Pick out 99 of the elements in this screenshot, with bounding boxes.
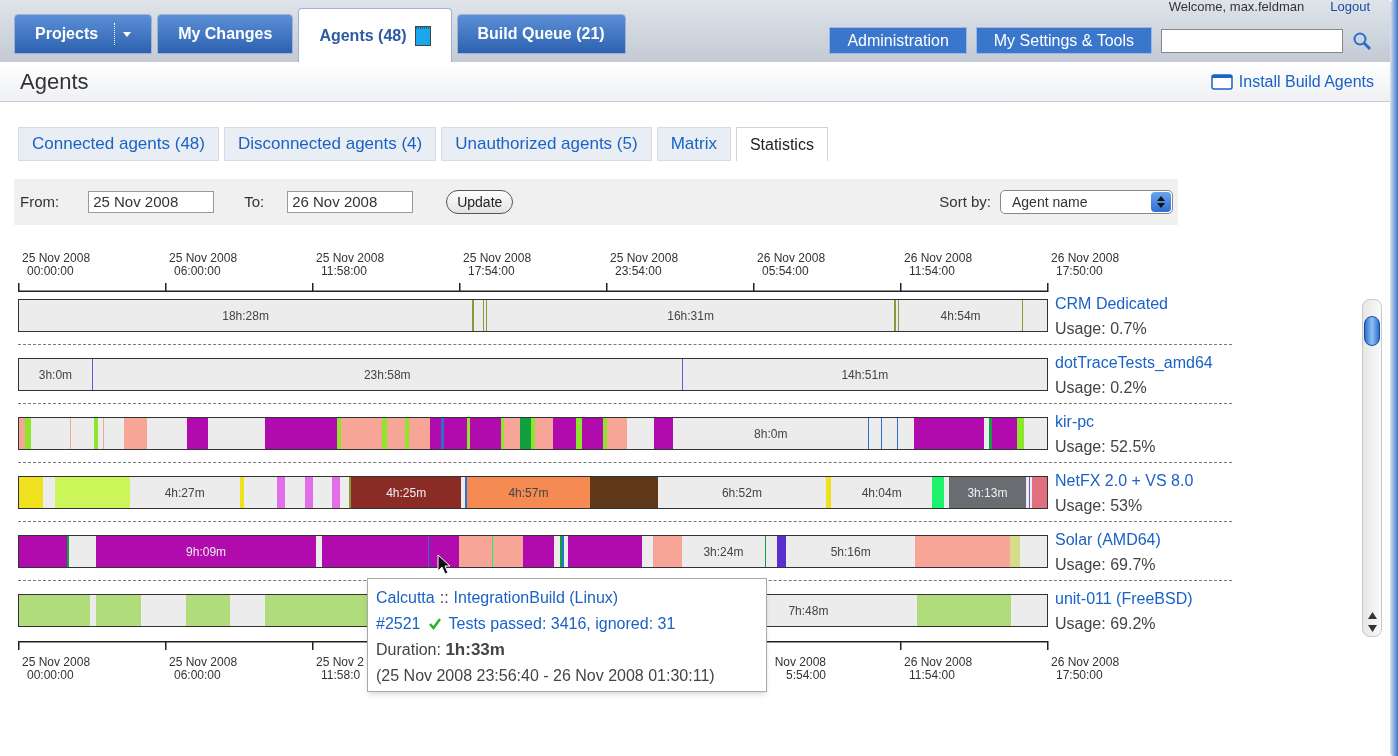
search-icon[interactable] (1352, 30, 1372, 51)
scroll-down-icon[interactable] (1367, 625, 1377, 632)
agent-name-link[interactable]: dotTraceTests_amd64 (1055, 353, 1255, 373)
nav-tab[interactable]: Build Queue (21) (456, 14, 626, 54)
scrollbar[interactable] (1362, 299, 1382, 637)
build-number-link[interactable]: #2521 (376, 613, 421, 635)
usage-text: Usage: 0.7% (1055, 319, 1148, 339)
axis-time-label: 11:54:00 (908, 265, 955, 278)
axis-date-label: 26 Nov 2008 (1051, 252, 1120, 265)
window-scrollbar[interactable] (1390, 0, 1398, 756)
usage-text: Usage: 69.7% (1055, 555, 1157, 575)
axis-date-label: 26 Nov 2008 (1051, 656, 1120, 669)
axis-time-label: 06:00:00 (173, 669, 221, 682)
axis-date-label: 25 Nov 2008 (610, 252, 679, 265)
test-results-link[interactable]: Tests passed: 3416, ignored: 31 (448, 613, 676, 635)
agent-name-link[interactable]: kir-pc (1055, 412, 1255, 432)
scroll-up-icon[interactable] (1367, 612, 1377, 619)
duration-label: 8h:0m (754, 425, 788, 443)
axis-date-label: 25 Nov 2008 (169, 656, 238, 669)
nav-tab[interactable]: Agents (48) (298, 8, 452, 62)
separator-text: :: (439, 588, 449, 608)
build-type-link[interactable]: IntegrationBuild (Linux) (453, 587, 619, 609)
from-date-field[interactable]: 25 Nov 2008 (88, 191, 215, 213)
project-link[interactable]: Calcutta (376, 587, 435, 609)
axis-date-label: 25 Nov 2008 (316, 252, 385, 265)
sort-select[interactable]: Agent name (1000, 190, 1173, 214)
axis-date-label: 25 Nov 2008 (463, 252, 532, 265)
usage-text: Usage: 0.2% (1055, 378, 1148, 398)
axis-time-label: 00:00:00 (26, 669, 74, 682)
header-button[interactable]: My Settings & Tools (975, 27, 1152, 54)
duration-label: 4h:04m (861, 484, 902, 502)
duration-label: 3h:24m (703, 543, 744, 561)
agent-tab[interactable]: Statistics (735, 127, 828, 161)
welcome-text: Welcome, max.feldman (1168, 0, 1305, 14)
duration-label: 23h:58m (363, 366, 411, 384)
nav-tab[interactable]: My Changes (157, 14, 294, 54)
check-icon (428, 618, 441, 630)
axis-time-label: 23:54:00 (614, 265, 662, 278)
to-date-field[interactable]: 26 Nov 2008 (287, 191, 414, 213)
agent-name-link[interactable]: NetFX 2.0 + VS 8.0 (1055, 471, 1255, 491)
agent-tab[interactable]: Unauthorized agents (5) (441, 127, 652, 161)
axis-date-label: 25 Nov 2008 (22, 252, 91, 265)
axis-date-label: 25 Nov 2008 (22, 656, 91, 669)
window-icon (1210, 73, 1233, 90)
from-label: From: (20, 191, 60, 212)
install-agents-link[interactable]: Install Build Agents (1210, 69, 1374, 94)
axis-time-label: 17:50:00 (1055, 669, 1103, 682)
nav-tab[interactable]: Projects (14, 14, 153, 54)
duration-label: 9h:09m (186, 543, 227, 561)
duration-label: 4h:27m (164, 484, 205, 502)
notepad-icon (414, 25, 431, 46)
header-button[interactable]: Administration (829, 27, 967, 54)
usage-text: Usage: 52.5% (1055, 437, 1157, 457)
duration-label: 18h:28m (222, 307, 269, 325)
to-label: To: (244, 191, 265, 212)
duration-label: 7h:48m (788, 602, 829, 620)
axis-time-label: 11:58:00 (320, 265, 367, 278)
updown-icon (1157, 196, 1165, 208)
axis-time-label: 5:54:00 (785, 669, 826, 682)
duration-label: 4h:57m (508, 484, 549, 502)
axis-date-label: 25 Nov 2 (316, 656, 365, 669)
search-field[interactable] (1161, 28, 1343, 53)
usage-text: Usage: 69.2% (1055, 614, 1157, 634)
agent-tab[interactable]: Matrix (656, 127, 731, 161)
duration-label: 14h:51m (841, 366, 889, 384)
axis-date-label: Nov 2008 (774, 656, 826, 669)
caret-icon (123, 31, 132, 37)
sort-label: Sort by: (939, 191, 991, 212)
axis-date-label: 26 Nov 2008 (904, 656, 973, 669)
agent-name-link[interactable]: Solar (AMD64) (1055, 530, 1255, 550)
duration-text: Duration: 1h:33m (376, 639, 506, 661)
axis-time-label: 05:54:00 (761, 265, 809, 278)
update-button[interactable]: Update (446, 190, 514, 214)
agent-tab[interactable]: Disconnected agents (4) (223, 127, 437, 161)
axis-date-label: 25 Nov 2008 (169, 252, 238, 265)
duration-label: 4h:25m (386, 484, 427, 502)
axis-time-label: 11:58:0 (320, 669, 361, 682)
agent-tab[interactable]: Connected agents (48) (18, 127, 219, 161)
duration-label: 6h:52m (721, 484, 762, 502)
duration-label: 3h:13m (967, 484, 1008, 502)
duration-label: 16h:31m (667, 307, 714, 325)
duration-label: 4h:54m (940, 307, 981, 325)
page-title: Agents (20, 68, 89, 96)
duration-label: 5h:16m (830, 543, 871, 561)
scrollbar-thumb[interactable] (1364, 316, 1380, 346)
duration-label: 3h:0m (38, 366, 73, 384)
axis-date-label: 26 Nov 2008 (757, 252, 826, 265)
axis-time-label: 11:54:00 (908, 669, 955, 682)
agent-name-link[interactable]: CRM Dedicated (1055, 294, 1255, 314)
usage-text: Usage: 53% (1055, 496, 1144, 516)
period-text: (25 Nov 2008 23:56:40 - 26 Nov 2008 01:30:11) (376, 666, 716, 686)
axis-time-label: 06:00:00 (173, 265, 221, 278)
axis-time-label: 17:54:00 (467, 265, 515, 278)
axis-time-label: 17:50:00 (1055, 265, 1103, 278)
axis-time-label: 00:00:00 (26, 265, 74, 278)
cursor-icon (437, 554, 451, 575)
logout-link[interactable]: Logout (1330, 0, 1370, 14)
axis-date-label: 26 Nov 2008 (904, 252, 973, 265)
agent-name-link[interactable]: unit-011 (FreeBSD) (1055, 589, 1255, 609)
